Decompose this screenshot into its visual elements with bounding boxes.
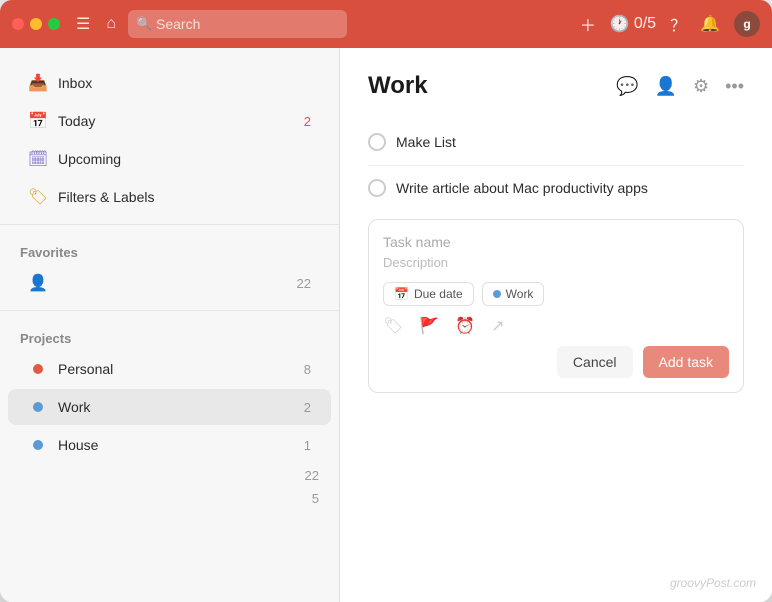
inbox-icon: 📥 <box>28 73 48 93</box>
sidebar-item-filters[interactable]: 🏷 Filters & Labels <box>8 179 331 215</box>
maximize-button[interactable] <box>48 18 60 30</box>
sidebar-item-upcoming[interactable]: 🗓 Upcoming <box>8 141 331 177</box>
search-input[interactable] <box>128 10 347 38</box>
flag-icon[interactable]: 🚩 <box>419 316 439 336</box>
task-text: Make List <box>396 132 456 153</box>
sidebar-item-label: House <box>58 437 98 453</box>
task-item[interactable]: Make List <box>368 120 744 166</box>
personal-badge: 8 <box>304 362 311 377</box>
settings-sliders-icon[interactable]: ⚙ <box>693 76 709 97</box>
task-checkbox-1[interactable] <box>368 133 386 151</box>
search-wrapper: 🔍 <box>128 10 347 38</box>
content-area: Work 💬 👤 ⚙ ••• Make List Write article a… <box>340 48 772 602</box>
app-window: ☰ ⌂ 🔍 ＋ 🕐 0/5 ？ 🔔 g 📥 Inbox 📅 <box>0 0 772 602</box>
content-actions: 💬 👤 ⚙ ••• <box>616 76 744 97</box>
sidebar-item-house[interactable]: House 1 <box>8 427 331 463</box>
sidebar-item-label: Upcoming <box>58 151 121 167</box>
task-name-input[interactable] <box>383 234 729 250</box>
work-tag-label: Work <box>506 287 534 301</box>
main-layout: 📥 Inbox 📅 Today 2 🗓 Upcoming 🏷 Filters &… <box>0 48 772 602</box>
house-badge: 1 <box>304 438 311 453</box>
divider-2 <box>0 310 339 311</box>
projects-header: Projects <box>0 319 339 350</box>
cancel-button[interactable]: Cancel <box>557 346 633 378</box>
task-list: Make List Write article about Mac produc… <box>368 120 744 211</box>
form-icons-row: 🏷 🚩 ⏰ ↗ <box>383 316 729 336</box>
sidebar-item-inbox[interactable]: 📥 Inbox <box>8 65 331 101</box>
today-icon: 📅 <box>28 111 48 131</box>
task-text: Write article about Mac productivity app… <box>396 178 648 199</box>
divider-1 <box>0 224 339 225</box>
due-date-tag[interactable]: 📅 Due date <box>383 282 474 306</box>
sidebar-item-favorites-person[interactable]: 👤 22 <box>8 265 331 301</box>
add-task-form: 📅 Due date Work 🏷 🚩 ⏰ ↗ Cancel <box>368 219 744 393</box>
sidebar-item-label: Personal <box>58 361 113 377</box>
work-dot <box>28 397 48 417</box>
sidebar-item-work[interactable]: Work 2 <box>8 389 331 425</box>
clock-icon: 🕐 <box>610 14 630 34</box>
progress-badge: 🕐 0/5 <box>610 14 656 34</box>
title-bar-right: ＋ 🕐 0/5 ？ 🔔 g <box>580 11 760 37</box>
personal-dot <box>28 359 48 379</box>
more-options-icon[interactable]: ••• <box>725 76 744 97</box>
content-header: Work 💬 👤 ⚙ ••• <box>368 72 744 100</box>
work-badge: 2 <box>304 400 311 415</box>
move-icon[interactable]: ↗ <box>491 316 504 336</box>
sidebar-item-label: Work <box>58 399 90 415</box>
footer-number-1: 22 <box>0 464 339 487</box>
task-item[interactable]: Write article about Mac productivity app… <box>368 166 744 211</box>
filters-icon: 🏷 <box>28 187 48 207</box>
form-buttons: Cancel Add task <box>383 346 729 378</box>
comment-icon[interactable]: 💬 <box>616 76 638 97</box>
favorites-header: Favorites <box>0 233 339 264</box>
sidebar-item-label: Filters & Labels <box>58 189 154 205</box>
close-button[interactable] <box>12 18 24 30</box>
content-title: Work <box>368 72 604 100</box>
work-dot <box>493 290 501 298</box>
task-checkbox-2[interactable] <box>368 179 386 197</box>
menu-icon[interactable]: ☰ <box>76 14 90 34</box>
reminder-icon[interactable]: ⏰ <box>455 316 475 336</box>
sidebar-item-today[interactable]: 📅 Today 2 <box>8 103 331 139</box>
home-icon[interactable]: ⌂ <box>106 15 116 33</box>
bell-icon[interactable]: 🔔 <box>700 14 720 34</box>
sidebar-item-label: Today <box>58 113 95 129</box>
sidebar: 📥 Inbox 📅 Today 2 🗓 Upcoming 🏷 Filters &… <box>0 48 340 602</box>
help-icon[interactable]: ？ <box>670 12 686 36</box>
title-bar: ☰ ⌂ 🔍 ＋ 🕐 0/5 ？ 🔔 g <box>0 0 772 48</box>
minimize-button[interactable] <box>30 18 42 30</box>
watermark: groovyPost.com <box>670 576 756 590</box>
task-form-tags-row: 📅 Due date Work <box>383 282 729 306</box>
avatar[interactable]: g <box>734 11 760 37</box>
traffic-lights <box>12 18 60 30</box>
calendar-icon: 📅 <box>394 287 409 301</box>
progress-text: 0/5 <box>634 15 656 33</box>
sidebar-item-personal[interactable]: Personal 8 <box>8 351 331 387</box>
footer-number-2: 5 <box>0 487 339 510</box>
house-dot <box>28 435 48 455</box>
task-description-input[interactable] <box>383 255 729 270</box>
today-badge: 2 <box>304 114 311 129</box>
label-icon[interactable]: 🏷 <box>383 316 403 336</box>
sidebar-item-label: Inbox <box>58 75 92 91</box>
favorites-badge: 22 <box>297 276 311 291</box>
work-tag[interactable]: Work <box>482 282 545 306</box>
due-date-label: Due date <box>414 287 463 301</box>
person-icon: 👤 <box>28 273 48 293</box>
upcoming-icon: 🗓 <box>28 149 48 169</box>
add-person-icon[interactable]: 👤 <box>655 76 677 97</box>
add-task-button[interactable]: Add task <box>643 346 729 378</box>
add-icon[interactable]: ＋ <box>580 12 596 36</box>
